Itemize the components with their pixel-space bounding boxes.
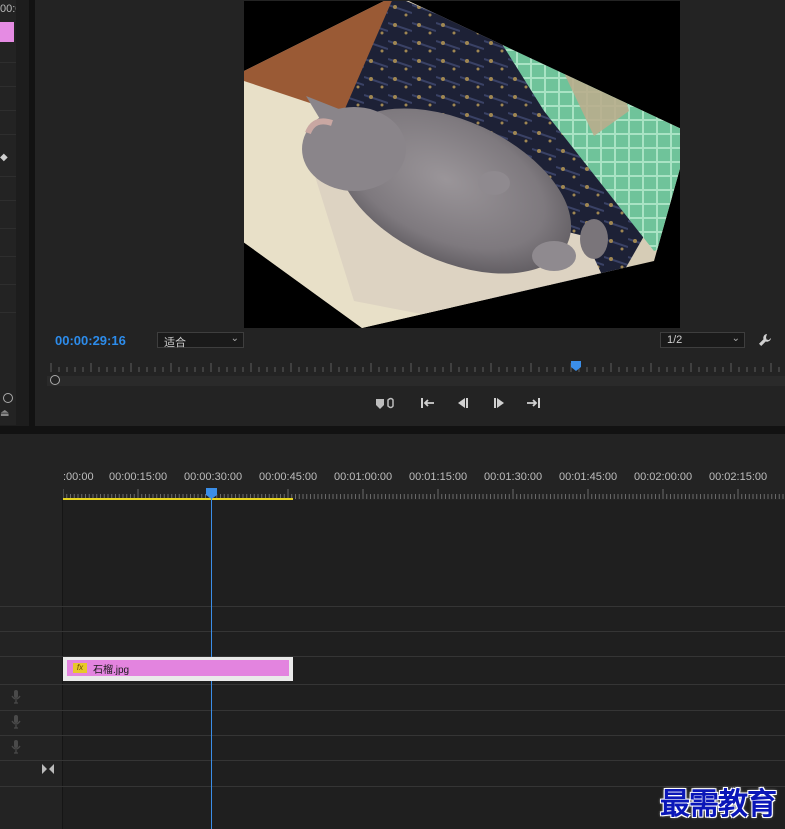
ruler-label: 00:00:45:00 — [259, 471, 318, 483]
step-back-icon — [458, 398, 468, 408]
ruler-label: 00:01:45:00 — [559, 471, 618, 483]
export-frame-icon[interactable]: ⏏ — [0, 408, 10, 419]
monitor-playhead-icon[interactable] — [571, 361, 581, 371]
keyframe-diamond-icon[interactable]: ◆ — [0, 152, 10, 164]
track-divider — [0, 760, 785, 761]
go-to-in-icon — [421, 398, 434, 408]
track-divider — [0, 606, 785, 607]
ruler-label: 00:00:15:00 — [109, 471, 168, 483]
add-marker-button[interactable] — [373, 396, 399, 414]
ruler-label: 00:02:15:00 — [709, 471, 768, 483]
ruler-label: 00:01:00:00 — [334, 471, 393, 483]
microphone-icon[interactable] — [11, 740, 21, 754]
zoom-handle-icon[interactable] — [3, 393, 13, 403]
track-divider — [0, 631, 785, 632]
fx-badge[interactable]: fx — [73, 663, 87, 673]
microphone-icon[interactable] — [11, 715, 21, 729]
go-to-in-button[interactable] — [418, 396, 438, 414]
playhead-timecode[interactable]: 00:00:29:16 — [55, 333, 126, 348]
watermark-logo: 最需教育 — [660, 787, 777, 822]
monitor-scroll-track[interactable] — [47, 376, 785, 386]
step-back-button[interactable] — [453, 396, 473, 414]
ruler-label: 00:01:30:00 — [484, 471, 543, 483]
track-headers — [0, 500, 63, 829]
play-icon — [494, 398, 504, 408]
video-preview — [244, 1, 680, 328]
source-timecode: 00:0 — [0, 3, 16, 15]
timeline-ruler-labels: :00:00 00:00:15:00 00:00:30:00 00:00:45:00 0… — [63, 471, 785, 487]
track-divider — [0, 684, 785, 685]
add-marker-icon — [376, 397, 394, 409]
go-to-out-icon — [527, 398, 540, 408]
monitor-zoom-handle-icon[interactable] — [50, 375, 60, 385]
timeline-playhead-icon[interactable] — [206, 488, 217, 499]
fit-zoom-value: 适合 — [164, 337, 186, 349]
track-divider — [0, 710, 785, 711]
rotated-photo — [244, 1, 680, 328]
source-panel-strip — [0, 0, 16, 425]
microphone-icon[interactable] — [11, 690, 21, 704]
panel-divider-horizontal[interactable] — [0, 426, 785, 434]
work-area-bar[interactable] — [63, 498, 293, 500]
chevron-down-icon: ⌄ — [731, 333, 740, 344]
ruler-label: 00:01:15:00 — [409, 471, 468, 483]
step-forward-button[interactable] — [489, 396, 509, 414]
playback-resolution-dropdown[interactable]: 1/2 ⌄ — [660, 332, 745, 348]
playback-resolution-value: 1/2 — [667, 334, 683, 346]
video-clip[interactable]: fx 石榴.jpg — [63, 657, 293, 681]
master-track-bowtie-icon[interactable] — [42, 764, 54, 774]
chevron-down-icon: ⌄ — [230, 333, 239, 344]
ruler-label: :00:00 — [63, 471, 94, 483]
ruler-label: 00:02:00:00 — [634, 471, 693, 483]
clip-name: 石榴.jpg — [93, 665, 130, 676]
track-divider — [0, 735, 785, 736]
go-to-out-button[interactable] — [523, 396, 543, 414]
clip-body: fx 石榴.jpg — [67, 660, 289, 676]
source-clip-thumb[interactable] — [0, 22, 14, 42]
monitor-time-ruler[interactable] — [47, 361, 785, 375]
fit-zoom-dropdown[interactable]: 适合 ⌄ — [157, 332, 244, 349]
wrench-settings-icon[interactable] — [758, 333, 772, 350]
ruler-label: 00:00:30:00 — [184, 471, 243, 483]
